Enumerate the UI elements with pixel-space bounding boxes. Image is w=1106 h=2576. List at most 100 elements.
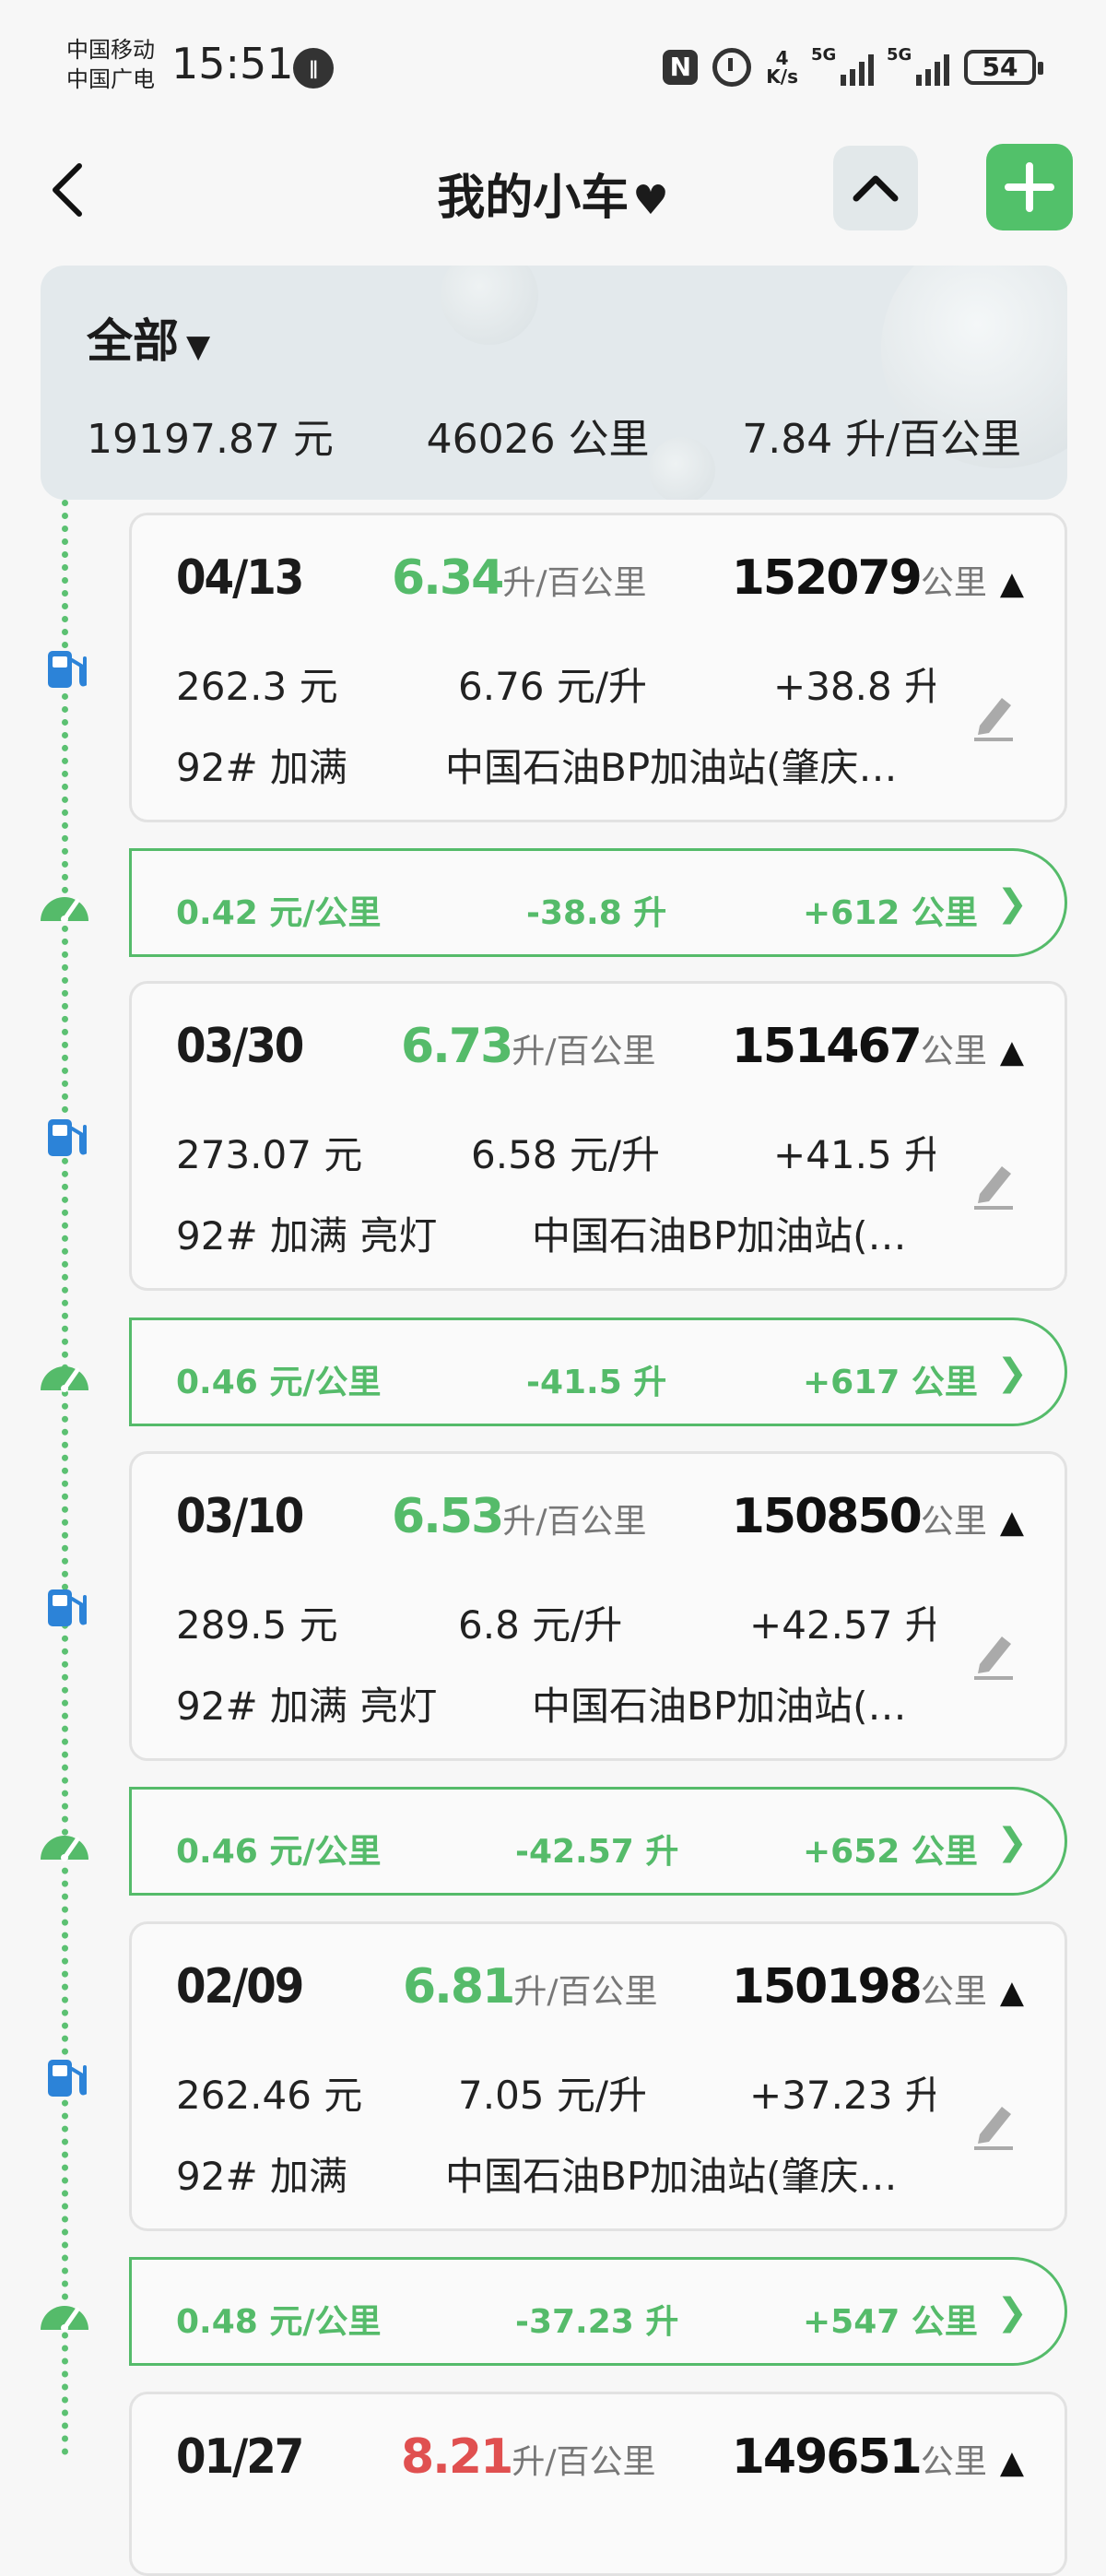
status-icons: N 4 K/s 5G 5G 54 <box>663 42 1043 92</box>
plus-icon <box>1005 162 1054 212</box>
collapse-button[interactable] <box>833 146 918 230</box>
volume-delta: -38.8 升 <box>526 894 667 932</box>
chevron-right-icon: ❯ <box>996 1821 1028 1863</box>
cost-per-km: 0.42 元/公里 <box>176 894 382 932</box>
caret-up-icon: ▲ <box>999 1974 1024 2011</box>
fuel-pump-icon <box>42 1582 90 1630</box>
record-price: 7.05 元/升 <box>458 2073 648 2114</box>
page-title[interactable]: 我的小车♥ <box>0 159 1106 228</box>
record-date: 03/30 <box>176 1019 304 1074</box>
fuel-pump-icon <box>42 2052 90 2100</box>
avg-consumption: 7.84 升/百公里 <box>742 416 1021 463</box>
record-date: 01/27 <box>176 2429 304 2485</box>
caret-up-icon: ▲ <box>999 565 1024 602</box>
record-volume: +41.5 升 <box>773 1132 935 1174</box>
record-consumption: 6.81升/百公里 <box>403 1959 658 2015</box>
notification-icon: ∥ <box>293 48 334 89</box>
cost-per-km: 0.46 元/公里 <box>176 1364 382 1401</box>
interval-summary-row[interactable]: 0.46 元/公里 -42.57 升 +652 公里 ❯ <box>129 1787 1067 1896</box>
caret-up-icon: ▲ <box>999 1504 1024 1541</box>
record-cost: 289.5 元 <box>176 1602 338 1644</box>
record-volume: +38.8 升 <box>773 664 935 705</box>
interval-distance: +547 公里 <box>803 2303 978 2341</box>
carrier-label: 中国移动 中国广电 <box>66 37 155 92</box>
total-cost: 19197.87 元 <box>87 416 334 463</box>
fuel-record-card[interactable]: 03/10 6.53升/百公里 150850公里 ▲ 289.5 元 6.8 元/… <box>129 1451 1067 1761</box>
interval-summary-row[interactable]: 0.46 元/公里 -41.5 升 +617 公里 ❯ <box>129 1318 1067 1426</box>
interval-distance: +612 公里 <box>803 894 978 932</box>
record-fuel-type: 92# 加满 亮灯 <box>176 1213 438 1255</box>
volume-delta: -41.5 升 <box>526 1364 667 1401</box>
record-station: 中国石油BP加油站(肇庆… <box>445 2154 898 2195</box>
caret-up-icon: ▲ <box>999 1034 1024 1070</box>
record-consumption: 6.53升/百公里 <box>392 1489 647 1544</box>
record-consumption: 6.34升/百公里 <box>392 550 647 606</box>
record-station: 中国石油BP加油站(… <box>532 1213 907 1255</box>
record-odometer: 150198公里 ▲ <box>731 1959 1024 2015</box>
record-fuel-type: 92# 加满 <box>176 2154 347 2195</box>
record-date: 02/09 <box>176 1959 304 2015</box>
volume-delta: -37.23 升 <box>515 2303 679 2341</box>
chevron-right-icon: ❯ <box>996 882 1028 925</box>
caret-down-icon: ▼ <box>186 328 211 365</box>
caret-up-icon: ▲ <box>999 2444 1024 2481</box>
filter-dropdown[interactable]: 全部 ▼ <box>87 304 210 371</box>
app-header: 我的小车♥ <box>0 138 1106 244</box>
record-cost: 262.46 元 <box>176 2073 363 2114</box>
summary-card: 全部 ▼ 19197.87 元 46026 公里 7.84 升/百公里 <box>41 266 1067 500</box>
cost-per-km: 0.46 元/公里 <box>176 1833 382 1871</box>
fuel-record-card[interactable]: 03/30 6.73升/百公里 151467公里 ▲ 273.07 元 6.58 … <box>129 981 1067 1291</box>
record-date: 04/13 <box>176 550 304 606</box>
record-odometer: 150850公里 ▲ <box>731 1489 1024 1544</box>
edit-icon[interactable] <box>971 1159 1017 1211</box>
nfc-icon: N <box>663 50 699 85</box>
edit-icon[interactable] <box>971 691 1017 742</box>
record-volume: +37.23 升 <box>749 2073 935 2114</box>
record-price: 6.8 元/升 <box>458 1602 623 1644</box>
fuel-pump-icon <box>42 644 90 691</box>
chevron-up-icon <box>853 175 899 202</box>
interval-summary-row[interactable]: 0.42 元/公里 -38.8 升 +612 公里 ❯ <box>129 848 1067 957</box>
record-cost: 262.3 元 <box>176 664 338 705</box>
gauge-icon <box>37 882 92 925</box>
interval-distance: +652 公里 <box>803 1833 978 1871</box>
gauge-icon <box>37 1352 92 1394</box>
record-consumption: 6.73升/百公里 <box>401 1019 656 1074</box>
total-distance: 46026 公里 <box>426 416 650 463</box>
timeline-line <box>62 500 68 2456</box>
record-volume: +42.57 升 <box>749 1602 935 1644</box>
add-record-button[interactable] <box>986 144 1073 230</box>
record-price: 6.76 元/升 <box>458 664 648 705</box>
gauge-icon <box>37 1821 92 1863</box>
battery-icon: 54 <box>964 50 1043 85</box>
edit-icon[interactable] <box>971 1629 1017 1681</box>
record-odometer: 152079公里 ▲ <box>731 550 1024 606</box>
record-station: 中国石油BP加油站(… <box>532 1684 907 1725</box>
gauge-icon <box>37 2291 92 2334</box>
record-price: 6.58 元/升 <box>471 1132 661 1174</box>
fuel-record-card[interactable]: 04/13 6.34升/百公里 152079公里 ▲ 262.3 元 6.76 元… <box>129 513 1067 822</box>
chevron-right-icon: ❯ <box>996 2291 1028 2334</box>
alarm-icon <box>712 48 752 87</box>
edit-icon[interactable] <box>971 2099 1017 2151</box>
record-date: 03/10 <box>176 1489 304 1544</box>
status-bar: 中国移动 中国广电 15:51 ∥ N 4 K/s 5G 5G 54 <box>0 0 1106 134</box>
fuel-record-card[interactable]: 02/09 6.81升/百公里 150198公里 ▲ 262.46 元 7.05 … <box>129 1921 1067 2231</box>
signal-icon: 5G <box>811 45 874 86</box>
clock: 15:51 <box>171 39 294 89</box>
interval-distance: +617 公里 <box>803 1364 978 1401</box>
cost-per-km: 0.48 元/公里 <box>176 2303 382 2341</box>
record-consumption: 8.21升/百公里 <box>401 2429 656 2485</box>
fuel-pump-icon <box>42 1112 90 1160</box>
record-cost: 273.07 元 <box>176 1132 363 1174</box>
record-fuel-type: 92# 加满 <box>176 745 347 786</box>
record-odometer: 149651公里 ▲ <box>731 2429 1024 2485</box>
record-fuel-type: 92# 加满 亮灯 <box>176 1684 438 1725</box>
fuel-record-card[interactable]: 01/27 8.21升/百公里 149651公里 ▲ <box>129 2392 1067 2576</box>
network-speed: 4 K/s <box>766 47 798 88</box>
chevron-right-icon: ❯ <box>996 1352 1028 1394</box>
heart-icon: ♥ <box>632 177 669 224</box>
volume-delta: -42.57 升 <box>515 1833 679 1871</box>
record-odometer: 151467公里 ▲ <box>731 1019 1024 1074</box>
interval-summary-row[interactable]: 0.48 元/公里 -37.23 升 +547 公里 ❯ <box>129 2257 1067 2366</box>
